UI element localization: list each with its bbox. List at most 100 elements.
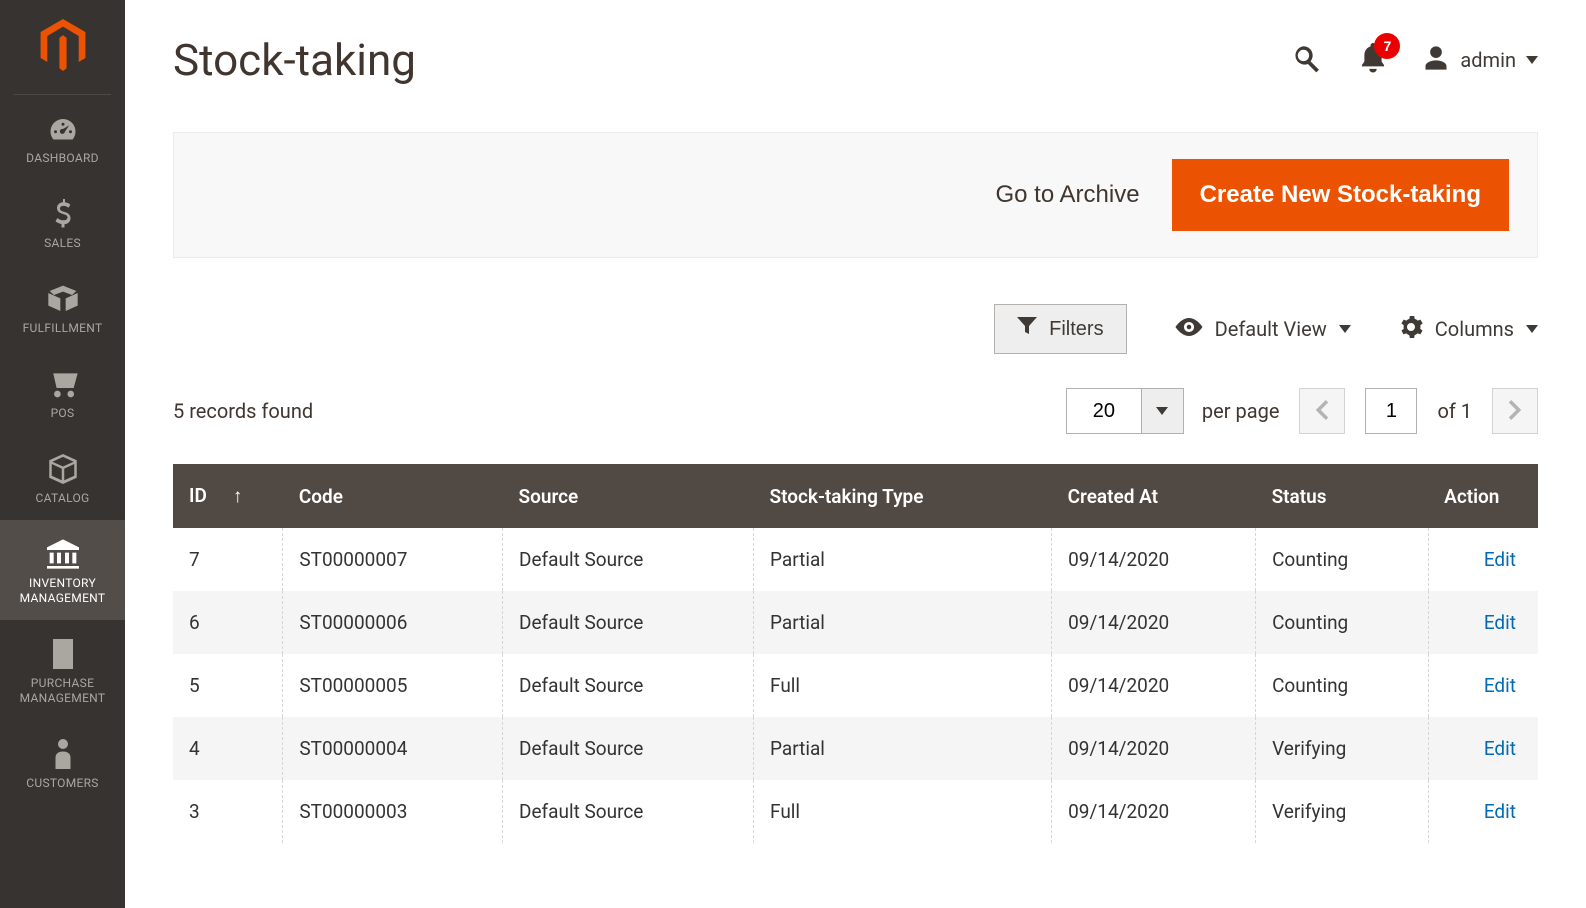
cell-code: ST00000005 [283,654,503,717]
caret-down-icon [1156,407,1168,415]
nav-catalog[interactable]: CATALOG [0,435,125,520]
cell-action: Edit [1428,528,1538,591]
primary-nav: DASHBOARD SALES FULFILLMENT POS CATALOG [0,95,125,805]
nav-purchase-management[interactable]: PURCHASE MANAGEMENT [0,620,125,720]
search-icon [1290,64,1324,79]
edit-link[interactable]: Edit [1484,800,1516,823]
cell-status: Counting [1256,654,1429,717]
top-actions: 7 admin [1290,42,1538,79]
cell-source: Default Source [502,591,753,654]
col-header-status[interactable]: Status [1256,464,1429,528]
cell-source: Default Source [502,654,753,717]
col-header-type[interactable]: Stock-taking Type [754,464,1052,528]
records-row: 5 records found per page of 1 [173,388,1538,434]
col-header-source[interactable]: Source [502,464,753,528]
cell-created: 09/14/2020 [1052,528,1256,591]
main-content: Stock-taking 7 admin Go to Archive Creat… [125,0,1586,908]
nav-label: INVENTORY MANAGEMENT [20,576,106,606]
magento-logo-icon [40,19,86,75]
nav-label: FULFILLMENT [23,321,103,336]
cell-code: ST00000003 [283,780,503,843]
cell-code: ST00000007 [283,528,503,591]
cell-status: Verifying [1256,717,1429,780]
cell-id: 5 [173,654,283,717]
caret-down-icon [1526,325,1538,333]
gauge-icon [46,113,80,145]
cell-status: Verifying [1256,780,1429,843]
cell-created: 09/14/2020 [1052,591,1256,654]
col-header-action: Action [1428,464,1538,528]
nav-label: PURCHASE MANAGEMENT [20,676,106,706]
table-row[interactable]: 3ST00000003Default SourceFull09/14/2020V… [173,780,1538,843]
caret-down-icon [1339,325,1351,333]
table-row[interactable]: 4ST00000004Default SourcePartial09/14/20… [173,717,1538,780]
pager: per page of 1 [1066,388,1538,434]
table-row[interactable]: 6ST00000006Default SourcePartial09/14/20… [173,591,1538,654]
nav-pos[interactable]: POS [0,350,125,435]
dollar-icon [46,198,80,230]
notification-badge: 7 [1374,33,1400,59]
user-name: admin [1460,48,1516,72]
cell-type: Full [754,780,1052,843]
columns-label: Columns [1435,317,1514,341]
table-row[interactable]: 5ST00000005Default SourceFull09/14/2020C… [173,654,1538,717]
document-icon [46,638,80,670]
nav-customers[interactable]: CUSTOMERS [0,720,125,805]
nav-label: DASHBOARD [26,151,99,166]
nav-label: CATALOG [35,491,89,506]
current-page-input[interactable] [1365,388,1417,434]
user-icon [1422,44,1450,77]
page-size-dropdown[interactable] [1142,388,1184,434]
person-icon [46,738,80,770]
edit-link[interactable]: Edit [1484,674,1516,697]
page-actions: Go to Archive Create New Stock-taking [173,132,1538,258]
col-header-created[interactable]: Created At [1052,464,1256,528]
cube-icon [46,453,80,485]
cell-id: 7 [173,528,283,591]
page-size-input[interactable] [1066,388,1142,434]
bell-icon [1358,63,1388,78]
stocktaking-table: ID↑ Code Source Stock-taking Type Create… [173,464,1538,843]
prev-page-button[interactable] [1299,388,1345,434]
col-header-id[interactable]: ID↑ [173,464,283,528]
caret-down-icon [1526,56,1538,64]
columns-dropdown[interactable]: Columns [1399,315,1538,344]
default-view-dropdown[interactable]: Default View [1175,317,1351,341]
nav-inventory-management[interactable]: INVENTORY MANAGEMENT [0,520,125,620]
cell-created: 09/14/2020 [1052,654,1256,717]
edit-link[interactable]: Edit [1484,548,1516,571]
notifications-button[interactable]: 7 [1358,43,1388,78]
filters-button[interactable]: Filters [994,304,1126,354]
cell-action: Edit [1428,780,1538,843]
edit-link[interactable]: Edit [1484,611,1516,634]
nav-fulfillment[interactable]: FULFILLMENT [0,265,125,350]
cell-status: Counting [1256,591,1429,654]
cell-action: Edit [1428,654,1538,717]
nav-sales[interactable]: SALES [0,180,125,265]
cell-code: ST00000006 [283,591,503,654]
nav-label: POS [51,406,75,421]
table-row[interactable]: 7ST00000007Default SourcePartial09/14/20… [173,528,1538,591]
cart-icon [46,368,80,400]
sort-asc-icon: ↑ [233,484,243,507]
cell-type: Full [754,654,1052,717]
edit-link[interactable]: Edit [1484,737,1516,760]
gear-icon [1399,315,1423,344]
cell-source: Default Source [502,717,753,780]
nav-label: CUSTOMERS [26,776,99,791]
topbar: Stock-taking 7 admin [173,34,1538,86]
grid-toolbar: Filters Default View Columns [173,304,1538,354]
nav-label: SALES [44,236,81,251]
logo[interactable] [14,0,111,95]
user-menu[interactable]: admin [1422,44,1538,77]
next-page-button[interactable] [1492,388,1538,434]
cell-created: 09/14/2020 [1052,717,1256,780]
cell-status: Counting [1256,528,1429,591]
go-to-archive-button[interactable]: Go to Archive [996,181,1140,209]
chevron-right-icon [1508,400,1522,423]
create-stocktaking-button[interactable]: Create New Stock-taking [1172,159,1509,231]
page-size: per page [1066,388,1280,434]
col-header-code[interactable]: Code [283,464,503,528]
search-button[interactable] [1290,42,1324,79]
nav-dashboard[interactable]: DASHBOARD [0,95,125,180]
